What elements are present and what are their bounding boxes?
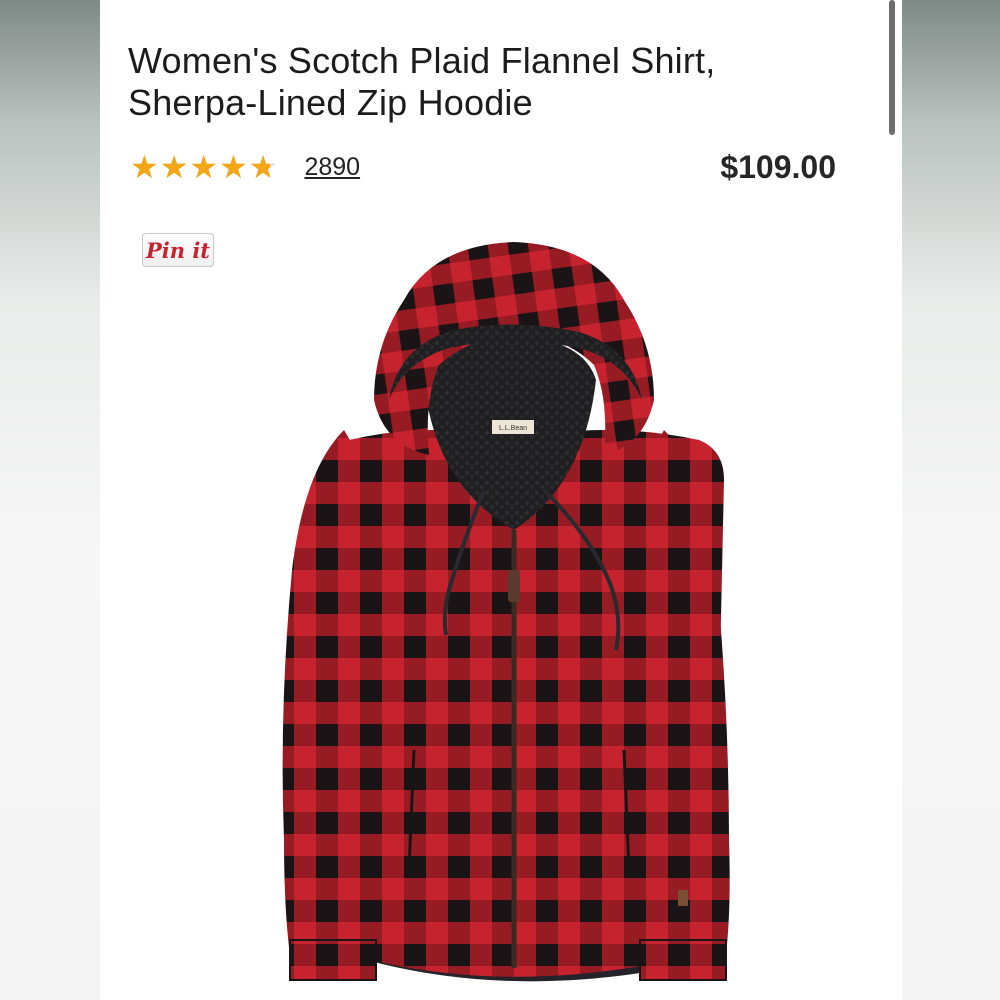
product-title-line-2: Sherpa-Lined Zip Hoodie [128, 82, 533, 123]
product-image: L.L.Bean [282, 242, 730, 982]
product-title: Women's Scotch Plaid Flannel Shirt, Sher… [128, 40, 848, 124]
star-rating-icon: ★★★★★ ★★★★★ [130, 149, 279, 185]
rating-row: ★★★★★ ★★★★★ 2890 [130, 147, 360, 187]
product-title-line-1: Women's Scotch Plaid Flannel Shirt, [128, 40, 716, 81]
background-right-blur [902, 0, 1000, 1000]
product-page: Women's Scotch Plaid Flannel Shirt, Sher… [100, 0, 902, 1000]
jacket-illustration: L.L.Bean [282, 242, 730, 982]
background-left-blur [0, 0, 100, 1000]
scrollbar[interactable] [889, 0, 895, 135]
brand-tag-label: L.L.Bean [499, 425, 527, 432]
product-price: $109.00 [720, 149, 836, 185]
review-count-link[interactable]: 2890 [304, 153, 360, 182]
